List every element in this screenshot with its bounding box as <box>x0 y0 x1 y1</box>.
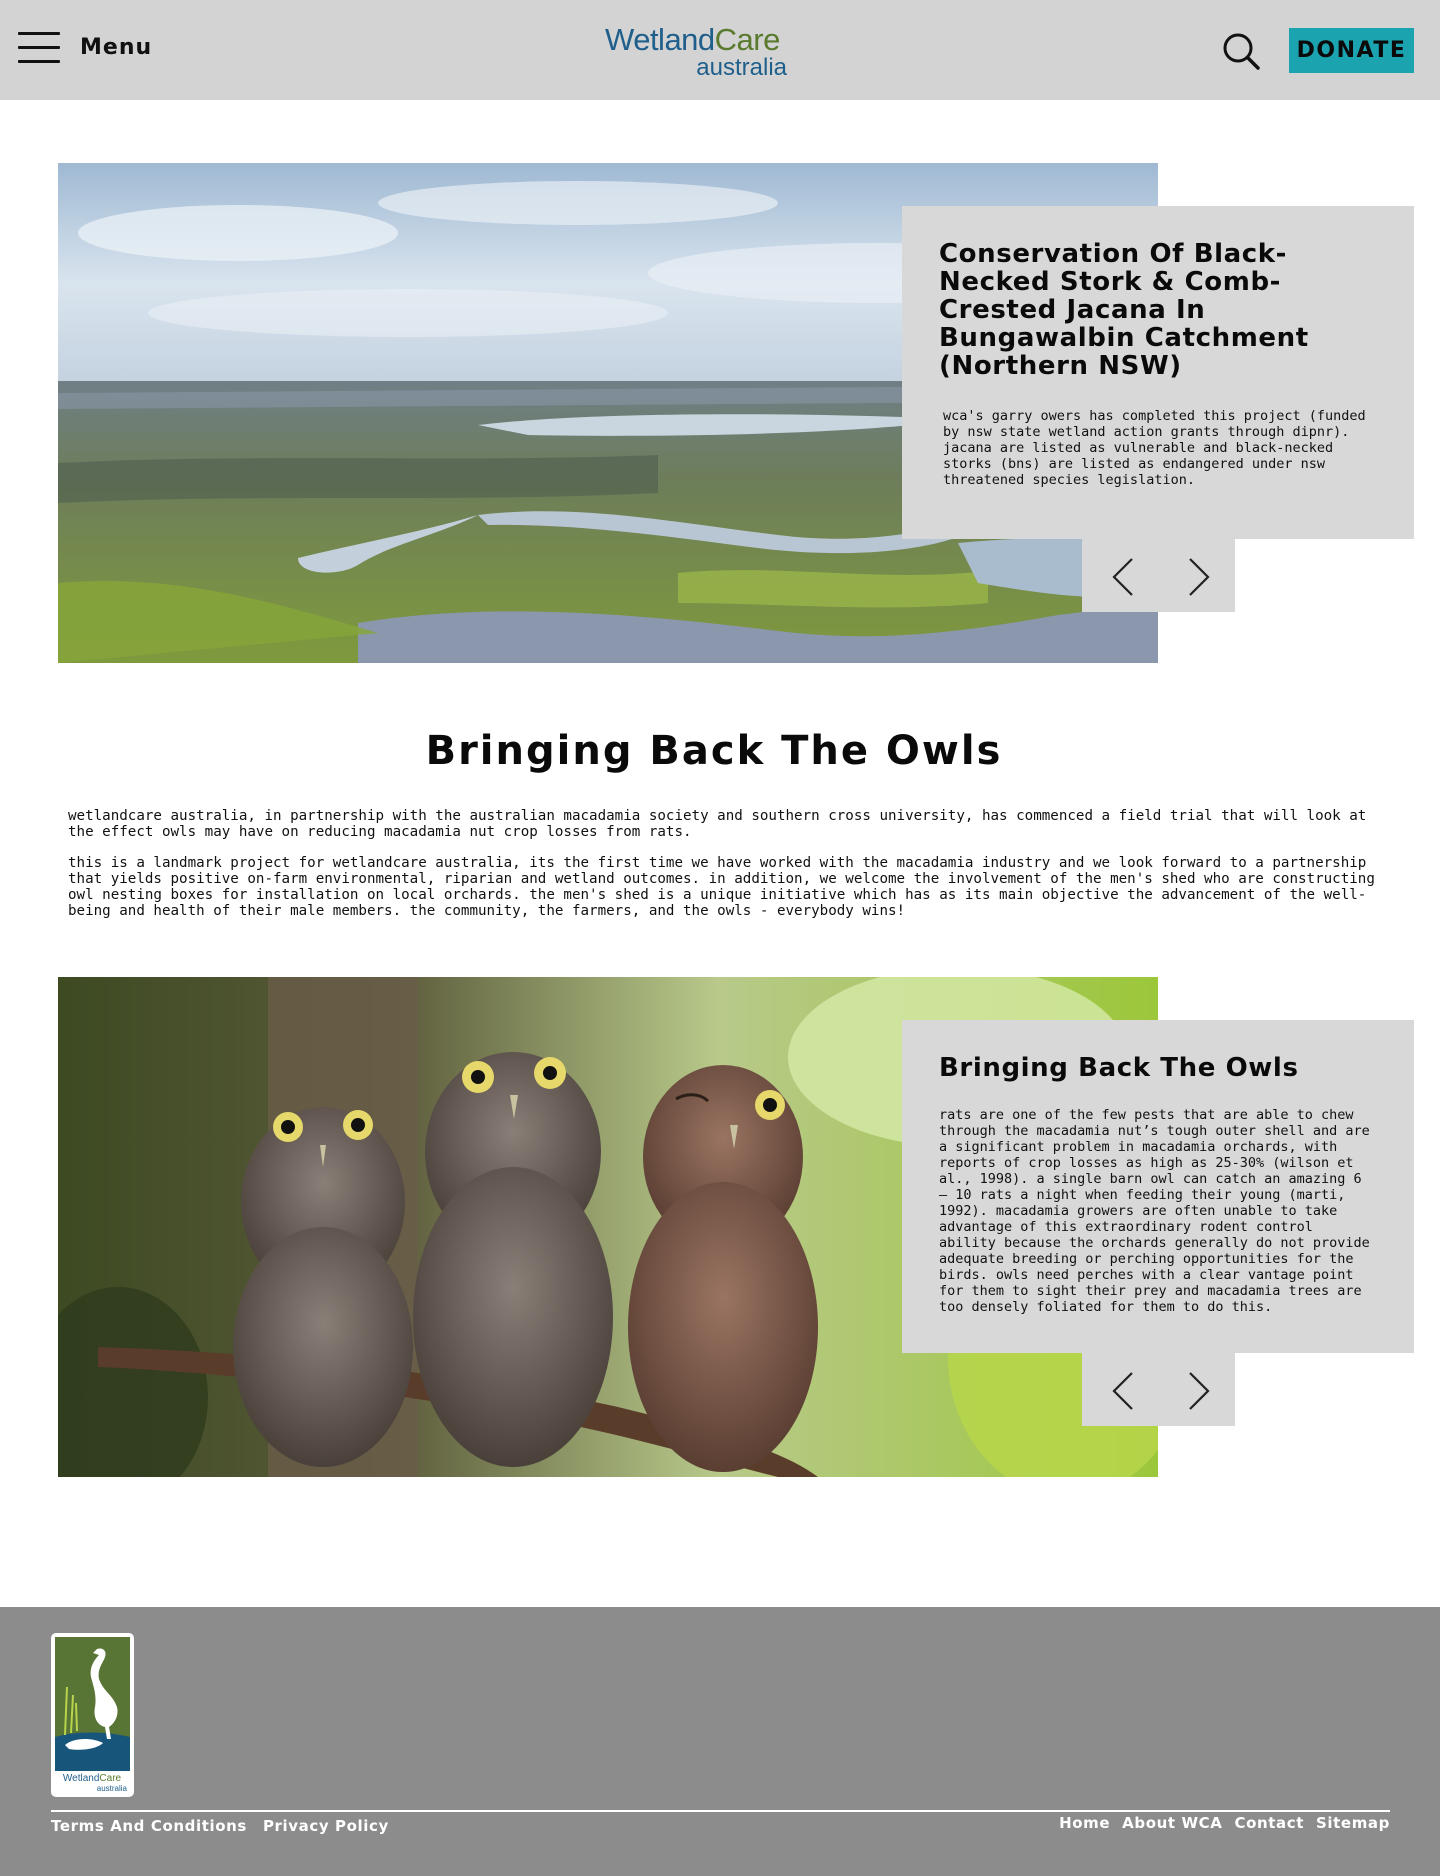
footer-link-contact[interactable]: Contact <box>1234 1814 1304 1832</box>
chevron-left-icon <box>1112 1372 1133 1410</box>
slide-arrows <box>1082 539 1235 612</box>
next-slide-button[interactable] <box>1178 1371 1218 1411</box>
intro-paragraph: wetlandcare australia, in partnership wi… <box>68 808 1367 840</box>
slide-text: rats are one of the few pests that are a… <box>939 1107 1370 1315</box>
search-button[interactable] <box>1222 32 1262 72</box>
chevron-left-icon <box>1112 558 1133 596</box>
svg-text:WetlandCare: WetlandCare <box>63 1773 122 1784</box>
footer-nav-links: Home About WCA Contact Sitemap <box>1059 1814 1390 1832</box>
footer-divider <box>51 1810 1390 1812</box>
site-header: Menu WetlandCare australia DONATE <box>0 0 1440 100</box>
prev-slide-button[interactable] <box>1104 557 1144 597</box>
next-slide-button[interactable] <box>1178 557 1218 597</box>
footer-link-privacy[interactable]: Privacy Policy <box>263 1817 389 1835</box>
menu-button[interactable]: Menu <box>18 30 152 64</box>
logo-wetland-text: Wetland <box>605 22 715 57</box>
footer-link-sitemap[interactable]: Sitemap <box>1316 1814 1390 1832</box>
donate-button[interactable]: DONATE <box>1289 28 1414 73</box>
site-footer: WetlandCare australia Terms And Conditio… <box>0 1607 1440 1876</box>
chevron-right-icon <box>1189 1372 1210 1410</box>
search-icon <box>1223 33 1260 70</box>
page-title: Bringing Back The Owls <box>425 728 1003 774</box>
slide-info-panel: Conservation Of Black-Necked Stork & Com… <box>902 206 1414 539</box>
prev-slide-button[interactable] <box>1104 1371 1144 1411</box>
footer-link-about[interactable]: About WCA <box>1122 1814 1222 1832</box>
site-logo[interactable]: WetlandCare australia <box>605 22 795 82</box>
intro-paragraph: this is a landmark project for wetlandca… <box>68 855 1375 919</box>
slide-title: Bringing Back The Owls <box>939 1053 1299 1083</box>
menu-label: Menu <box>80 34 153 60</box>
logo-care-text: Care <box>714 22 781 57</box>
heron-logo-icon: WetlandCare australia <box>51 1633 134 1797</box>
slide-text: wca's garry owers has completed this pro… <box>943 408 1366 488</box>
svg-text:australia: australia <box>97 1784 128 1793</box>
menu-icon <box>18 30 60 64</box>
footer-logo[interactable]: WetlandCare australia <box>51 1633 134 1797</box>
slide-title: Conservation Of Black-Necked Stork & Com… <box>939 239 1309 381</box>
footer-link-home[interactable]: Home <box>1059 1814 1110 1832</box>
footer-link-terms[interactable]: Terms And Conditions <box>51 1817 247 1835</box>
logo-sub-text: australia <box>696 54 787 81</box>
footer-legal-links: Terms And Conditions Privacy Policy <box>51 1817 389 1835</box>
slide-info-panel: Bringing Back The Owls rats are one of t… <box>902 1020 1414 1353</box>
chevron-right-icon <box>1189 558 1210 596</box>
intro-text: wetlandcare australia, in partnership wi… <box>68 808 1378 919</box>
slide-arrows <box>1082 1353 1235 1426</box>
